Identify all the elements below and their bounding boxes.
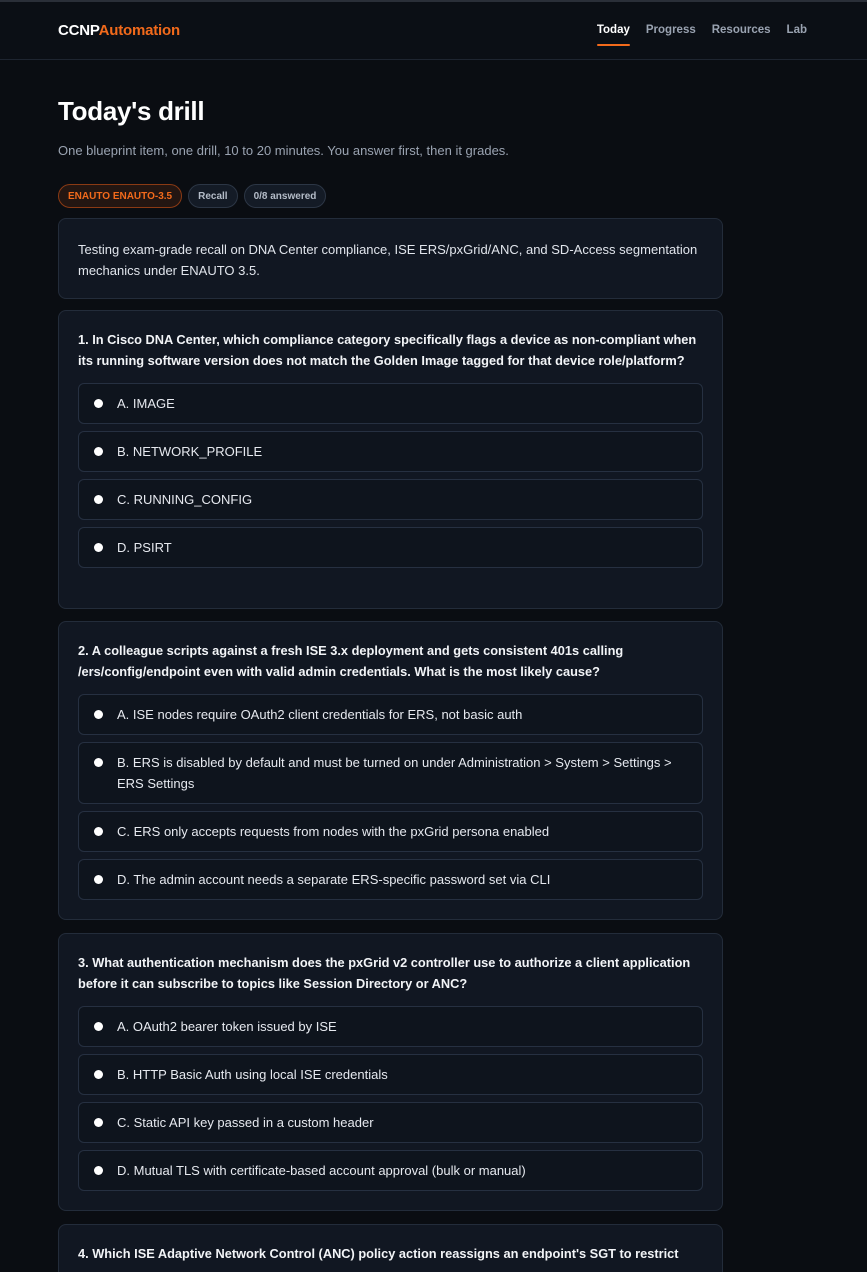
option-label: A. ISE nodes require OAuth2 client crede… (117, 707, 523, 722)
radio-icon[interactable] (94, 827, 103, 836)
option-label: C. ERS only accepts requests from nodes … (117, 824, 550, 839)
radio-icon[interactable] (94, 758, 103, 767)
brand-name-part2: Automation (98, 22, 181, 39)
page-title: Today's drill (58, 96, 205, 126)
drill-intro-text: Testing exam-grade recall on DNA Center … (78, 242, 698, 278)
radio-icon[interactable] (94, 447, 103, 456)
radio-icon[interactable] (94, 399, 103, 408)
question-text: 4. Which ISE Adaptive Network Control (A… (78, 1246, 679, 1261)
option-label: C. Static API key passed in a custom hea… (117, 1115, 374, 1130)
question-card-1: 1. In Cisco DNA Center, which compliance… (58, 310, 723, 609)
answer-option-b[interactable]: B. ERS is disabled by default and must b… (78, 742, 703, 804)
answer-option-b[interactable]: B. NETWORK_PROFILE (78, 431, 703, 472)
question-card-2: 2. A colleague scripts against a fresh I… (58, 621, 723, 920)
mode-badge: Recall (188, 184, 238, 208)
answer-options: A. IMAGE B. NETWORK_PROFILE C. RUNNING_C… (78, 383, 703, 568)
radio-icon[interactable] (94, 710, 103, 719)
radio-icon[interactable] (94, 1070, 103, 1079)
question-text: 3. What authentication mechanism does th… (78, 955, 691, 991)
answer-option-d[interactable]: D. Mutual TLS with certificate-based acc… (78, 1150, 703, 1191)
brand-name-part1: CCNP (58, 22, 99, 39)
brand-logo[interactable]: CCNPAutomation (58, 22, 180, 39)
nav-progress[interactable]: Progress (646, 18, 696, 44)
radio-icon[interactable] (94, 543, 103, 552)
question-text: 1. In Cisco DNA Center, which compliance… (78, 332, 697, 368)
answer-option-a[interactable]: A. ISE nodes require OAuth2 client crede… (78, 694, 703, 735)
radio-icon[interactable] (94, 1118, 103, 1127)
radio-icon[interactable] (94, 495, 103, 504)
answer-option-d[interactable]: D. PSIRT (78, 527, 703, 568)
main-nav: Today Progress Resources Lab (596, 18, 807, 46)
answer-option-c[interactable]: C. RUNNING_CONFIG (78, 479, 703, 520)
option-label: D. The admin account needs a separate ER… (117, 872, 551, 887)
drill-intro-card: Testing exam-grade recall on DNA Center … (58, 218, 723, 299)
page-subtitle: One blueprint item, one drill, 10 to 20 … (58, 143, 509, 158)
answer-option-c[interactable]: C. ERS only accepts requests from nodes … (78, 811, 703, 852)
blueprint-badge: ENAUTO ENAUTO-3.5 (58, 184, 183, 208)
option-label: B. ERS is disabled by default and must b… (117, 755, 672, 791)
nav-lab[interactable]: Lab (787, 18, 807, 44)
answer-option-b[interactable]: B. HTTP Basic Auth using local ISE crede… (78, 1054, 703, 1095)
drill-tags: ENAUTO ENAUTO-3.5 Recall 0/8 answered (58, 184, 723, 208)
progress-badge: 0/8 answered (243, 184, 327, 208)
main-content: Today's drill One blueprint item, one dr… (58, 96, 723, 1272)
answer-options: A. ISE nodes require OAuth2 client crede… (78, 694, 703, 900)
option-label: A. OAuth2 bearer token issued by ISE (117, 1019, 337, 1034)
question-card-4: 4. Which ISE Adaptive Network Control (A… (58, 1224, 723, 1272)
option-label: B. NETWORK_PROFILE (117, 444, 263, 459)
option-label: D. Mutual TLS with certificate-based acc… (117, 1163, 526, 1178)
option-label: B. HTTP Basic Auth using local ISE crede… (117, 1067, 388, 1082)
nav-resources[interactable]: Resources (712, 18, 771, 44)
nav-today[interactable]: Today (596, 18, 630, 46)
option-label: C. RUNNING_CONFIG (117, 492, 253, 507)
option-label: D. PSIRT (117, 540, 172, 555)
question-card-3: 3. What authentication mechanism does th… (58, 933, 723, 1211)
answer-options: A. OAuth2 bearer token issued by ISE B. … (78, 1006, 703, 1191)
question-text: 2. A colleague scripts against a fresh I… (78, 643, 624, 679)
answer-option-c[interactable]: C. Static API key passed in a custom hea… (78, 1102, 703, 1143)
top-navbar: CCNPAutomation Today Progress Resources … (0, 0, 867, 60)
answer-option-a[interactable]: A. IMAGE (78, 383, 703, 424)
option-label: A. IMAGE (117, 396, 175, 411)
radio-icon[interactable] (94, 1166, 103, 1175)
radio-icon[interactable] (94, 1022, 103, 1031)
answer-option-d[interactable]: D. The admin account needs a separate ER… (78, 859, 703, 900)
radio-icon[interactable] (94, 875, 103, 884)
answer-option-a[interactable]: A. OAuth2 bearer token issued by ISE (78, 1006, 703, 1047)
